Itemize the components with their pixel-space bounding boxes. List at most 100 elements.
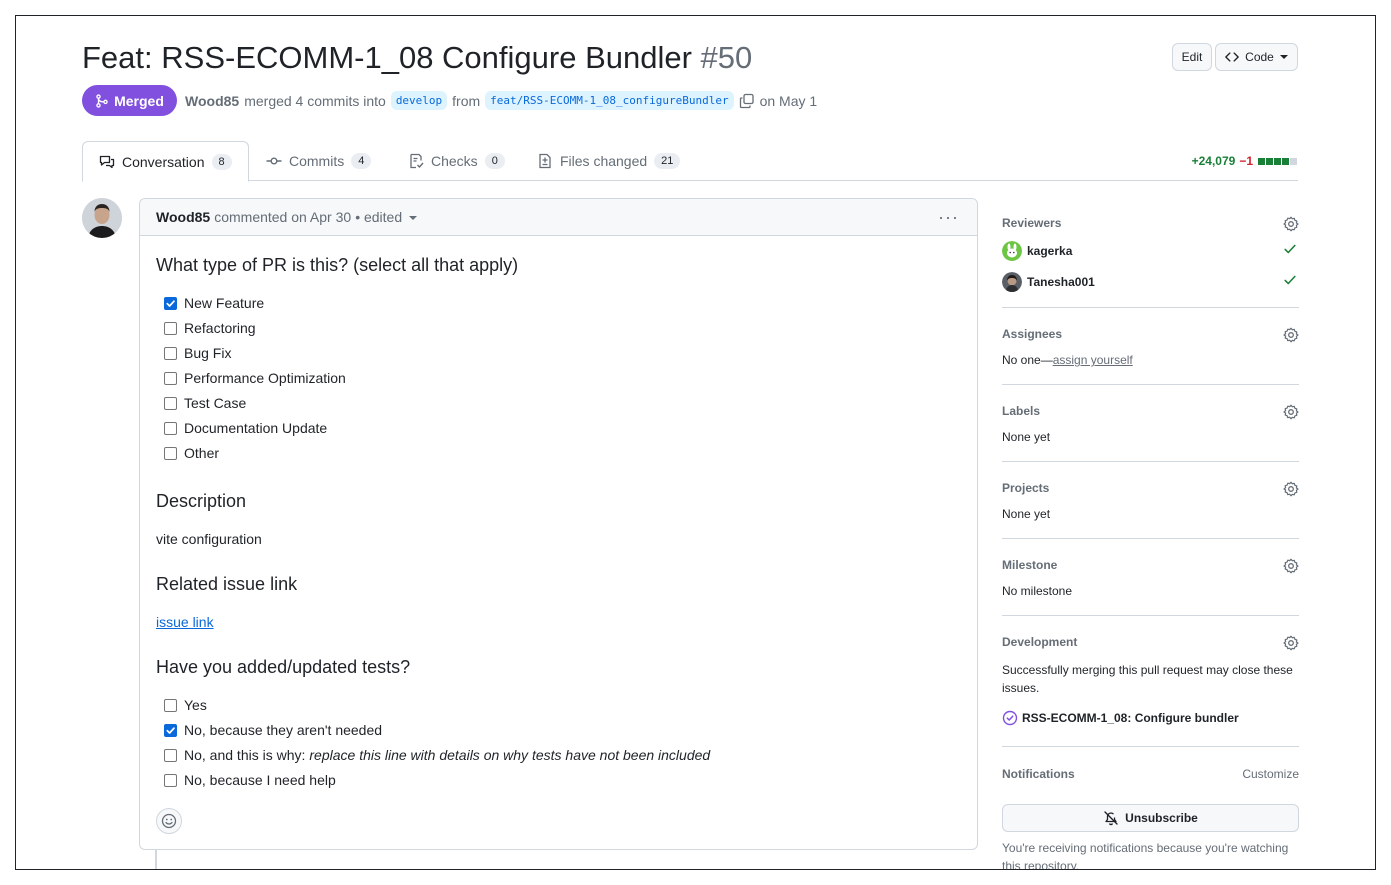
checkbox-tests-yes[interactable]: Yes (164, 697, 207, 713)
assignees-none: No one— (1002, 353, 1053, 367)
diffstat-bar (1257, 154, 1297, 168)
head-branch[interactable]: feat/RSS-ECOMM-1_08_configureBundler (485, 91, 734, 110)
edit-button[interactable]: Edit (1172, 43, 1212, 71)
checkbox-label: No, because they aren't needed (184, 722, 383, 738)
milestone-title: Milestone (1002, 558, 1058, 572)
tab-checks[interactable]: Checks 0 (408, 141, 505, 181)
merged-status-label: Merged (114, 92, 164, 109)
edit-button-label: Edit (1181, 50, 1203, 64)
git-merge-icon (96, 93, 108, 108)
checkbox-empty-icon[interactable] (164, 748, 177, 762)
gear-icon[interactable] (1283, 404, 1299, 420)
customize-link[interactable]: Customize (1242, 767, 1299, 781)
sidebar-labels: Labels None yet (1002, 404, 1299, 444)
linked-issue[interactable]: RSS-ECOMM-1_08: Configure bundler (1002, 710, 1299, 726)
checkbox-performance-optimization[interactable]: Performance Optimization (164, 370, 346, 386)
sidebar-projects: Projects None yet (1002, 481, 1299, 521)
comment-edited[interactable]: • edited (355, 209, 402, 225)
checkbox-empty-icon[interactable] (164, 446, 177, 460)
author-avatar[interactable] (82, 198, 122, 238)
gear-icon[interactable] (1283, 327, 1299, 343)
divider (1002, 307, 1299, 308)
code-button-label: Code (1245, 50, 1274, 64)
checkbox-tests-need-help[interactable]: No, because I need help (164, 772, 336, 788)
reviewer-tanesha001[interactable]: Tanesha001 (1002, 272, 1299, 292)
unsubscribe-button[interactable]: Unsubscribe (1002, 804, 1299, 832)
reviewer-avatar (1002, 272, 1022, 292)
pr-title-row: Feat: RSS-ECOMM-1_08 Configure Bundler #… (82, 40, 752, 76)
code-button[interactable]: Code (1215, 43, 1298, 71)
comment-discussion-icon (99, 155, 115, 168)
tab-commits[interactable]: Commits 4 (266, 141, 372, 181)
merge-date: on May 1 (759, 92, 818, 109)
checkbox-label: No, and this is why: (184, 747, 306, 763)
labels-title: Labels (1002, 404, 1041, 418)
heading-pr-type: What type of PR is this? (select all tha… (156, 255, 519, 275)
comment-meta: commented on Apr 30 (214, 209, 352, 225)
checkbox-empty-icon[interactable] (164, 371, 177, 385)
reviewer-kagerka[interactable]: kagerka (1002, 241, 1299, 261)
checklist-icon (410, 153, 424, 169)
checkbox-empty-icon[interactable] (164, 396, 177, 410)
tab-files-changed[interactable]: Files changed 21 (537, 141, 681, 181)
caret-down-icon (409, 216, 418, 220)
heading-related-issue: Related issue link (156, 574, 298, 594)
merged-status-badge: Merged (82, 85, 177, 116)
pr-author-link[interactable]: Wood85 (185, 93, 239, 109)
checkbox-label: Yes (184, 697, 207, 713)
assign-yourself-link[interactable]: assign yourself (1053, 353, 1133, 367)
gear-icon[interactable] (1283, 635, 1299, 651)
kebab-menu-icon[interactable]: ··· (938, 207, 959, 228)
add-reaction-button[interactable] (156, 808, 182, 834)
description-text: vite configuration (156, 531, 262, 547)
checkbox-documentation-update[interactable]: Documentation Update (164, 420, 327, 436)
tab-conversation[interactable]: Conversation 8 (82, 141, 249, 182)
copy-icon[interactable] (739, 93, 755, 109)
checkbox-empty-icon[interactable] (164, 321, 177, 335)
reviewers-title: Reviewers (1002, 216, 1062, 230)
diff-additions: +24,079 (1191, 154, 1236, 168)
assignees-value: No one—assign yourself (1002, 353, 1299, 367)
tab-commits-label: Commits (289, 153, 345, 169)
checkbox-empty-icon[interactable] (164, 346, 177, 360)
sidebar-assignees: Assignees No one—assign yourself (1002, 327, 1299, 367)
linked-issue-title: RSS-ECOMM-1_08: Configure bundler (1022, 711, 1239, 725)
gear-icon[interactable] (1283, 481, 1299, 497)
check-icon (1284, 275, 1296, 285)
check-icon (1284, 244, 1296, 254)
commit-icon (266, 157, 282, 165)
checkbox-new-feature[interactable]: New Feature (164, 295, 264, 311)
checkbox-test-case[interactable]: Test Case (164, 395, 246, 411)
comment-author[interactable]: Wood85 (156, 209, 210, 225)
issue-link[interactable]: issue link (156, 614, 214, 630)
checkbox-checked-icon[interactable] (164, 296, 177, 310)
sidebar-reviewers: Reviewers (1002, 216, 1299, 232)
gear-icon[interactable] (1283, 216, 1299, 232)
gear-icon[interactable] (1283, 558, 1299, 574)
reviewer-name: kagerka (1027, 244, 1073, 258)
milestone-value: No milestone (1002, 584, 1073, 598)
checkbox-tests-not-needed[interactable]: No, because they aren't needed (164, 722, 382, 738)
caret-down-icon (1279, 55, 1288, 59)
projects-value: None yet (1002, 507, 1051, 521)
base-branch[interactable]: develop (390, 91, 448, 110)
checkbox-label: Bug Fix (184, 345, 232, 361)
checkbox-label: Performance Optimization (184, 370, 346, 386)
checkbox-other[interactable]: Other (164, 445, 219, 461)
tab-files-changed-label: Files changed (560, 153, 648, 169)
issue-closed-icon (1002, 710, 1018, 726)
checkbox-bug-fix[interactable]: Bug Fix (164, 345, 231, 361)
tab-commits-count: 4 (351, 153, 372, 169)
checkbox-empty-icon[interactable] (164, 773, 177, 787)
checkbox-tests-why[interactable]: No, and this is why: replace this line w… (164, 747, 710, 763)
checkbox-label: Other (184, 445, 220, 461)
checkbox-empty-icon[interactable] (164, 421, 177, 435)
checkbox-italic-note: replace this line with details on why te… (309, 747, 711, 763)
timeline-line (155, 850, 157, 869)
divider (1002, 384, 1299, 385)
checkbox-refactoring[interactable]: Refactoring (164, 320, 256, 336)
checkbox-checked-icon[interactable] (164, 723, 177, 737)
sidebar-development: Development Successfully merging this pu… (1002, 635, 1299, 726)
checkbox-empty-icon[interactable] (164, 698, 177, 712)
bell-slash-icon (1104, 811, 1118, 826)
